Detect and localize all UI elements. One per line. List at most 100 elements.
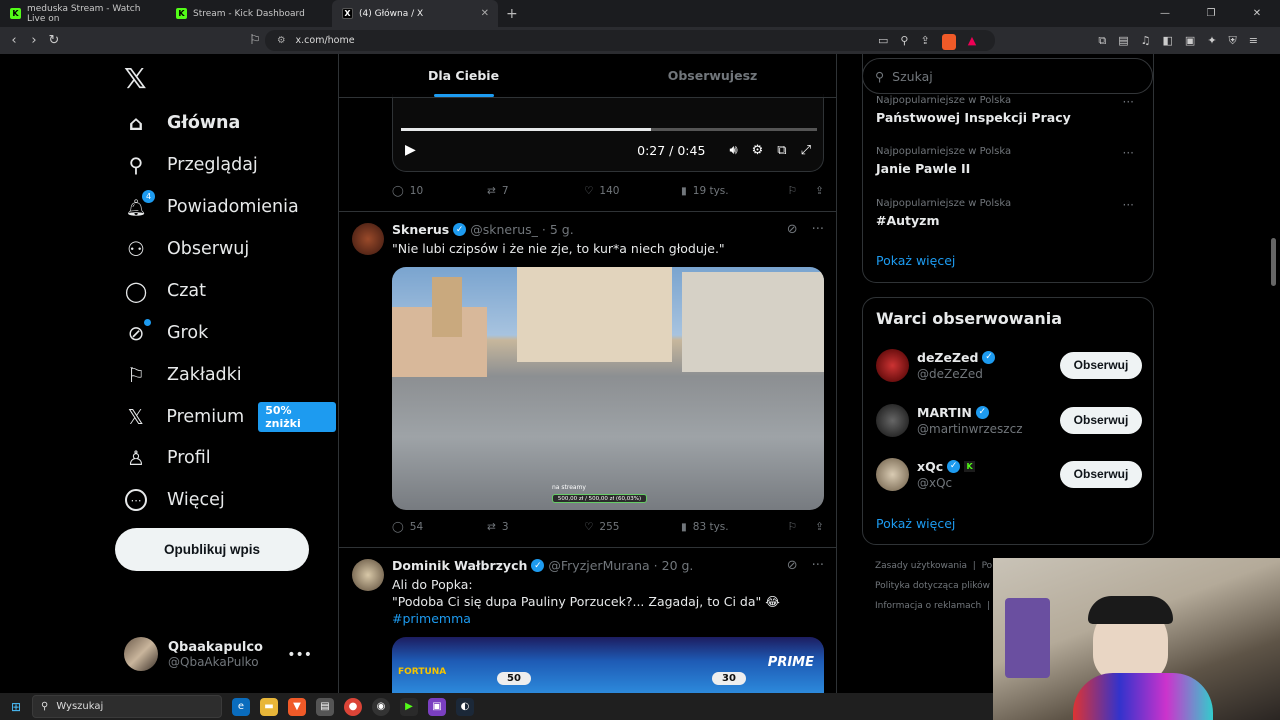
kick-app-icon[interactable]: ▶: [400, 697, 418, 716]
grok-icon[interactable]: ⊘: [787, 222, 798, 237]
tweet-time[interactable]: · 5 g.: [542, 222, 574, 237]
bookmark-page-icon[interactable]: ⚐: [245, 33, 265, 48]
more-icon[interactable]: ···: [812, 558, 824, 573]
chrome-icon[interactable]: ●: [344, 697, 362, 716]
browser-tab-x-home[interactable]: X (4) Główna / X ✕: [332, 0, 498, 27]
tweet-image[interactable]: FORTUNA 50 30 PRIME: [392, 637, 824, 693]
back-icon[interactable]: ‹: [4, 33, 24, 48]
share-icon[interactable]: ⇪: [815, 521, 824, 533]
app-icon[interactable]: ▤: [316, 697, 334, 716]
extensions-icon[interactable]: ⧉: [1098, 34, 1106, 48]
sidebar-item-bookmarks[interactable]: ⚐ Zakładki: [114, 355, 242, 395]
tweet-author-name[interactable]: Dominik Wałbrzych: [392, 558, 527, 573]
like-button[interactable]: ♡ 255: [584, 521, 681, 533]
sidebar-item-grok[interactable]: ⊘ Grok: [114, 313, 208, 353]
video-progress-bar[interactable]: [401, 128, 817, 131]
forward-icon[interactable]: ›: [24, 33, 44, 48]
avatar[interactable]: [352, 223, 384, 255]
more-icon[interactable]: ···: [1123, 198, 1134, 212]
terms-link[interactable]: Zasady użytkowania: [875, 561, 967, 571]
tweet-time[interactable]: · 20 g.: [654, 558, 694, 573]
close-tab-icon[interactable]: ✕: [481, 8, 489, 19]
media-icon[interactable]: ♫: [1141, 34, 1151, 48]
vpn-icon[interactable]: ⛨: [1229, 34, 1237, 48]
show-more-link[interactable]: Pokaż więcej: [876, 516, 955, 531]
edge-icon[interactable]: e: [232, 697, 250, 716]
sidebar-item-home[interactable]: ⌂ Główna: [114, 103, 241, 143]
zoom-icon[interactable]: ⚲: [900, 34, 908, 50]
sidebar-icon[interactable]: ◧: [1163, 34, 1173, 48]
account-switcher[interactable]: Qbaakapulco @QbaAkaPulko •••: [124, 637, 324, 671]
site-info-icon[interactable]: ⚙: [277, 35, 286, 46]
sidebar-item-profile[interactable]: ♙ Profil: [114, 438, 211, 478]
tweet-video[interactable]: na streamy 500,00 zł / 500,00 zł (60,03%…: [392, 267, 824, 510]
trend-item[interactable]: Najpopularniejsze w Polska Państwowej In…: [876, 95, 1142, 125]
brave-rewards-icon[interactable]: ▲: [968, 34, 976, 50]
tab-for-you[interactable]: Dla Ciebie: [339, 54, 588, 97]
reply-button[interactable]: ◯ 10: [392, 185, 487, 197]
follow-button[interactable]: Obserwuj: [1060, 406, 1142, 434]
x-logo-icon[interactable]: 𝕏: [124, 62, 147, 95]
fullscreen-icon[interactable]: ⤢: [801, 143, 811, 158]
bookmark-icon[interactable]: ⚐: [788, 521, 797, 533]
suggestion-item[interactable]: xQc ✓ K @xQc Obserwuj: [876, 456, 1142, 492]
tweet-author-handle[interactable]: @sknerus_: [470, 222, 538, 237]
suggestion-item[interactable]: MARTIN ✓ @martinwrzeszcz Obserwuj: [876, 402, 1142, 438]
cookie-policy-link[interactable]: Polityka dotycząca plików c: [875, 581, 998, 591]
sidebar-item-premium[interactable]: 𝕏 Premium 50% zniżki: [114, 397, 336, 437]
trend-item[interactable]: Najpopularniejsze w Polska #Autyzm ···: [876, 198, 1142, 228]
show-more-link[interactable]: Pokaż więcej: [876, 253, 955, 268]
post-button[interactable]: Opublikuj wpis: [115, 528, 309, 571]
share-icon[interactable]: ⇪: [920, 34, 929, 50]
privacy-link[interactable]: Po: [982, 561, 993, 571]
tweet-author-name[interactable]: Sknerus: [392, 222, 449, 237]
new-tab-icon[interactable]: +: [506, 6, 518, 22]
menu-icon[interactable]: ≡: [1249, 34, 1258, 48]
avatar[interactable]: [352, 559, 384, 591]
tweet-author-handle[interactable]: @FryzjerMurana: [548, 558, 649, 573]
browser-tab-kick-dashboard[interactable]: K Stream - Kick Dashboard: [166, 0, 332, 27]
reload-icon[interactable]: ↻: [44, 33, 64, 48]
repost-button[interactable]: ⇄ 3: [487, 521, 584, 533]
suggestion-item[interactable]: deZeZed ✓ @deZeZed Obserwuj: [876, 347, 1142, 383]
like-button[interactable]: ♡ 140: [584, 185, 681, 197]
file-explorer-icon[interactable]: ▬: [260, 697, 278, 716]
video-player[interactable]: ▶ 0:27 / 0:45 🔊︎ ⚙ ⧉ ⤢: [392, 94, 824, 172]
windows-start-icon[interactable]: ⊞: [0, 700, 32, 714]
pip-icon[interactable]: ⧉: [777, 143, 786, 158]
sidebar-item-more[interactable]: ⋯ Więcej: [114, 480, 225, 520]
close-window-icon[interactable]: ✕: [1234, 0, 1280, 27]
follow-button[interactable]: Obserwuj: [1060, 351, 1142, 379]
more-icon[interactable]: ···: [812, 222, 824, 237]
more-icon[interactable]: ···: [1123, 146, 1134, 160]
cast-icon[interactable]: ▭: [878, 34, 888, 50]
tab-following[interactable]: Obserwujesz: [588, 54, 836, 97]
more-icon[interactable]: •••: [287, 647, 312, 663]
more-icon[interactable]: ···: [1123, 95, 1134, 109]
views-button[interactable]: ▮ 19 tys.: [681, 185, 781, 197]
grok-icon[interactable]: ⊘: [787, 558, 798, 573]
sidebar-item-follow[interactable]: ⚇ Obserwuj: [114, 229, 249, 269]
reply-button[interactable]: ◯ 54: [392, 521, 487, 533]
obs-icon[interactable]: ◉: [372, 697, 390, 716]
trend-item[interactable]: Najpopularniejsze w Polska Janie Pawle I…: [876, 146, 1142, 176]
app-icon-2[interactable]: ▣: [428, 697, 446, 716]
volume-icon[interactable]: 🔊︎: [729, 143, 737, 158]
sidebar-item-notifications[interactable]: 🔔︎ 4 Powiadomienia: [114, 187, 299, 227]
browser-tab-meduska[interactable]: K meduska Stream - Watch Live on: [0, 0, 166, 27]
share-icon[interactable]: ⇪: [815, 185, 824, 197]
follow-button[interactable]: Obserwuj: [1060, 460, 1142, 488]
leo-icon[interactable]: ✦: [1207, 34, 1216, 48]
steam-icon[interactable]: ◐: [456, 697, 474, 716]
taskbar-search[interactable]: ⚲ Wyszukaj: [32, 695, 222, 718]
scrollbar-thumb[interactable]: [1271, 238, 1276, 286]
play-icon[interactable]: ▶: [405, 142, 416, 158]
brave-shields-icon[interactable]: [941, 34, 956, 50]
sidebar-item-chat[interactable]: ◯ Czat: [114, 271, 206, 311]
restore-icon[interactable]: ❐: [1188, 0, 1234, 27]
hashtag-link[interactable]: #primemma: [392, 610, 824, 627]
sidebar-item-explore[interactable]: ⚲ Przeglądaj: [114, 145, 258, 185]
brave-icon[interactable]: ▼: [288, 697, 306, 716]
settings-icon[interactable]: ⚙: [752, 143, 764, 158]
bookmark-icon[interactable]: ⚐: [788, 185, 797, 197]
